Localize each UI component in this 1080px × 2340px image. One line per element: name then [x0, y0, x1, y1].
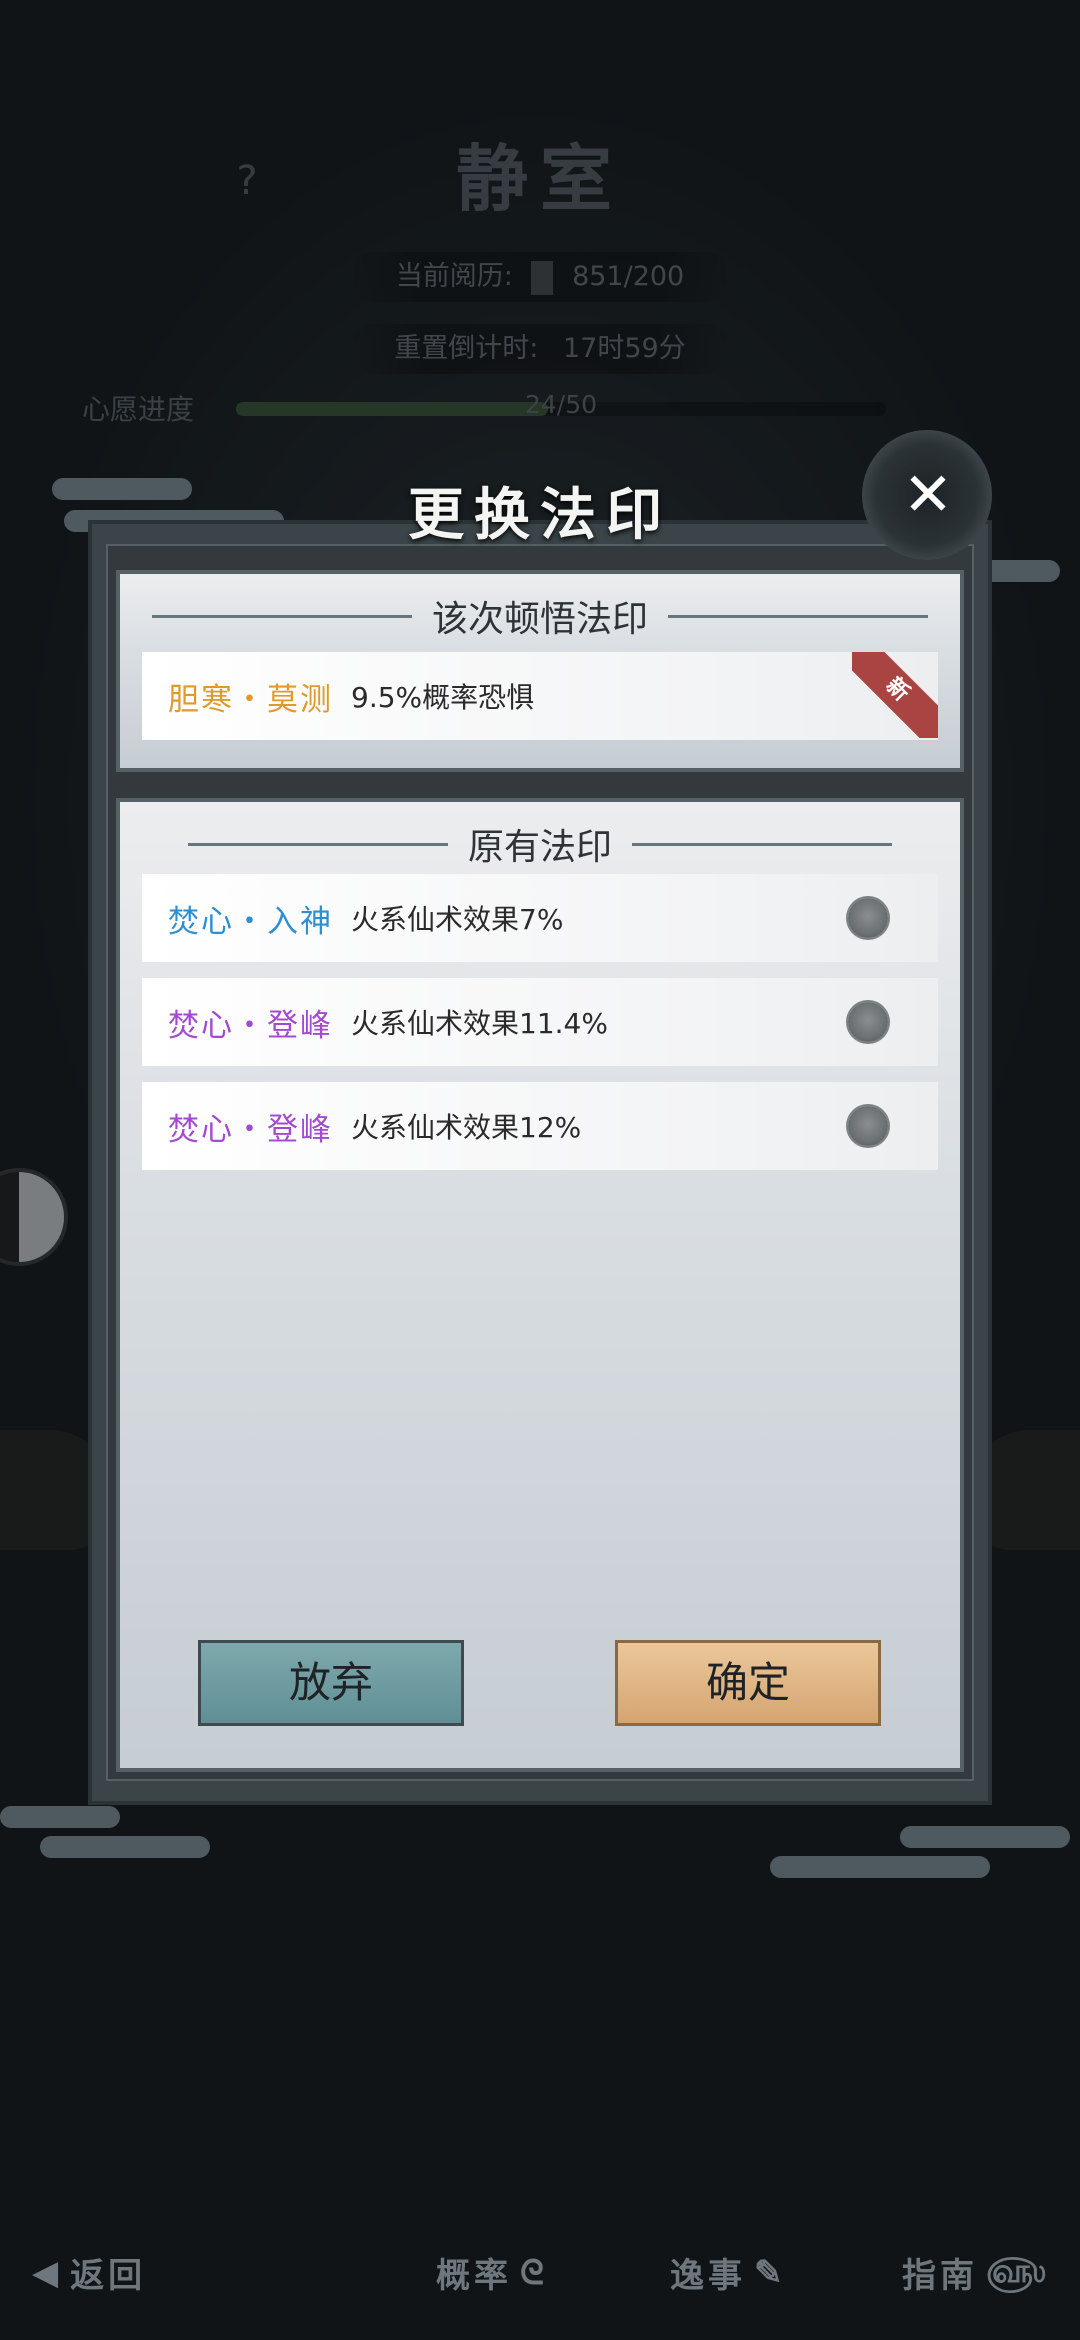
seal-effect: 火系仙术效果11.4%	[351, 1007, 608, 1040]
close-button[interactable]: ✕	[893, 460, 963, 530]
existing-seals-header: 原有法印	[120, 814, 960, 874]
divider	[187, 842, 448, 846]
seal-name: 焚心・登峰	[168, 1007, 333, 1044]
new-badge-text: 新	[852, 652, 938, 738]
cloud-decoration	[40, 1836, 210, 1858]
divider	[632, 842, 892, 846]
seal-option-row[interactable]: 焚心・登峰 火系仙术效果11.4%	[142, 978, 938, 1066]
nav-guide-label: 指南	[902, 2256, 978, 2296]
cloud-decoration	[900, 1826, 1070, 1848]
new-badge: 新	[852, 652, 938, 738]
seal-name: 焚心・入神	[168, 903, 333, 940]
swirl-icon: ᘓ	[520, 2252, 548, 2293]
bottom-nav: ◀ 返回 概率 ᘓ 逸事 ✎ 指南 ௵	[0, 2230, 1080, 2320]
current-seal-panel: 该次顿悟法印 胆寒・莫测 9.5%概率恐惧 新	[120, 574, 960, 768]
existing-seals-panel: 原有法印 焚心・入神 火系仙术效果7% 焚心・登峰 火系仙术效果11.4% 焚心…	[120, 802, 960, 1768]
abandon-button[interactable]: 放弃	[198, 1640, 464, 1726]
current-seal-header-text: 该次顿悟法印	[431, 599, 648, 640]
seal-name: 焚心・登峰	[168, 1111, 333, 1148]
current-seal-row: 胆寒・莫测 9.5%概率恐惧 新	[142, 652, 938, 740]
seal-effect: 火系仙术效果7%	[351, 903, 564, 936]
seal-name: 胆寒・莫测	[168, 681, 333, 718]
seal-radio[interactable]	[848, 898, 888, 938]
nav-anecdote-label: 逸事	[670, 2256, 746, 2296]
book-icon: ✎	[754, 2252, 787, 2293]
cloud-swirl-icon: ௵	[986, 2250, 1050, 2291]
seal-radio[interactable]	[848, 1002, 888, 1042]
back-arrow-icon: ◀	[32, 2252, 63, 2293]
nav-probability-label: 概率	[436, 2256, 512, 2296]
confirm-button[interactable]: 确定	[615, 1640, 881, 1726]
seal-effect: 9.5%概率恐惧	[351, 681, 535, 714]
existing-seals-header-text: 原有法印	[467, 827, 612, 868]
seal-radio[interactable]	[848, 1106, 888, 1146]
seal-effect: 火系仙术效果12%	[351, 1111, 582, 1144]
nav-back[interactable]: ◀ 返回	[32, 2248, 146, 2297]
nav-guide[interactable]: 指南 ௵	[902, 2248, 1050, 2297]
divider	[151, 614, 412, 618]
nav-probability[interactable]: 概率 ᘓ	[436, 2248, 548, 2297]
seal-option-row[interactable]: 焚心・入神 火系仙术效果7%	[142, 874, 938, 962]
seal-option-row[interactable]: 焚心・登峰 火系仙术效果12%	[142, 1082, 938, 1170]
nav-back-label: 返回	[70, 2256, 147, 2296]
cloud-decoration	[770, 1856, 990, 1878]
cloud-decoration	[0, 1806, 120, 1828]
nav-anecdote[interactable]: 逸事 ✎	[670, 2248, 787, 2297]
divider	[668, 614, 928, 618]
current-seal-header: 该次顿悟法印	[120, 586, 960, 646]
